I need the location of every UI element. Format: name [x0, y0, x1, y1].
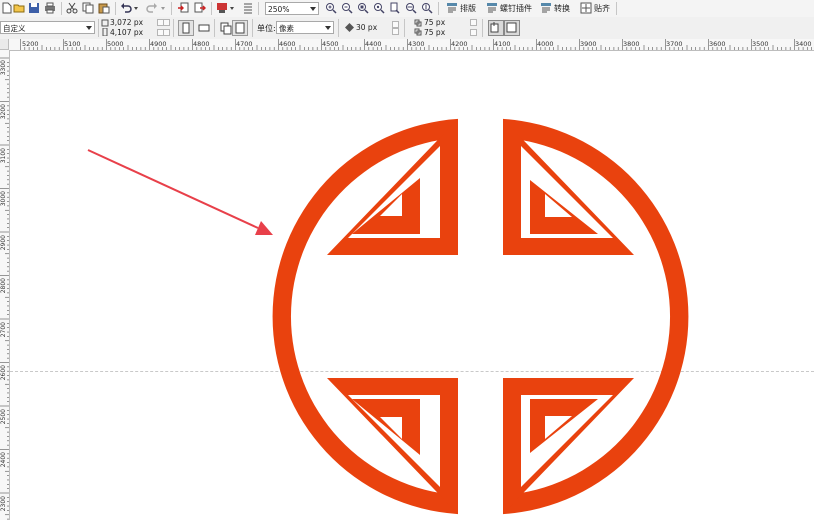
import-icon[interactable] [177, 2, 189, 14]
zoom-all-icon[interactable] [373, 2, 385, 14]
ruler-label: 4600 [279, 40, 296, 48]
ruler-label: 3700 [666, 40, 683, 48]
standard-toolbar: 250% 排版 螺钉插件 转换 贴齐 [0, 0, 814, 18]
ruler-label: 3500 [752, 40, 769, 48]
page-width-field[interactable]: 3,072 px [110, 18, 143, 27]
ruler-label: 5200 [22, 40, 39, 48]
publish-dropdown-icon[interactable] [230, 7, 234, 10]
ruler-label: 4000 [537, 40, 554, 48]
chevron-down-icon [310, 7, 316, 11]
ruler-label: 4100 [494, 40, 511, 48]
nudge-spin-up[interactable] [392, 21, 399, 28]
paste-icon[interactable] [98, 2, 110, 14]
ruler-label: 5100 [64, 40, 81, 48]
page-width-icon [101, 19, 109, 27]
landscape-icon[interactable] [196, 20, 212, 36]
ruler-label: 4300 [408, 40, 425, 48]
undo-icon[interactable] [120, 2, 132, 14]
treat-as-filled-icon[interactable] [488, 20, 504, 36]
zoom-page-icon[interactable] [389, 2, 401, 14]
zoom-level-value: 250% [268, 5, 290, 14]
ruler-label: 4900 [150, 40, 167, 48]
snap-button[interactable]: 贴齐 [594, 2, 610, 15]
height-spin-down[interactable] [163, 29, 170, 36]
ruler-label: 3800 [623, 40, 640, 48]
ruler-label: 3000 [0, 191, 7, 207]
nudge-distance-field[interactable]: 30 px [356, 23, 377, 32]
dup-x-spin-up[interactable] [470, 19, 477, 26]
duplicate-x-field[interactable]: 75 px [424, 18, 445, 27]
zoom-height-icon[interactable] [421, 2, 433, 14]
ruler-corner[interactable] [0, 39, 9, 50]
units-value: 像素 [279, 24, 294, 33]
ruler-label: 2600 [0, 365, 7, 381]
chevron-down-icon [325, 26, 331, 30]
units-label: 单位: [257, 24, 276, 33]
redo-icon[interactable] [146, 2, 158, 14]
ruler-label: 3200 [0, 104, 7, 120]
cut-icon[interactable] [66, 2, 78, 14]
nudge-spin-down[interactable] [392, 28, 399, 35]
ruler-label: 4400 [365, 40, 382, 48]
open-icon[interactable] [13, 2, 25, 14]
undo-dropdown-icon[interactable] [134, 7, 138, 10]
ruler-label: 3600 [709, 40, 726, 48]
save-icon[interactable] [28, 2, 40, 14]
transform-icon[interactable] [540, 2, 552, 14]
publish-icon[interactable] [216, 2, 228, 14]
export-icon[interactable] [194, 2, 206, 14]
ruler-label: 2400 [0, 452, 7, 468]
zoom-width-icon[interactable] [405, 2, 417, 14]
dup-y-spin-up[interactable] [470, 29, 477, 36]
ruler-label: 3300 [0, 60, 7, 76]
horizontal-ruler[interactable]: 5200 5100 5000 4900 4800 4700 4600 4500 … [9, 39, 814, 51]
zoom-out-icon[interactable] [341, 2, 353, 14]
zoom-in-icon[interactable] [325, 2, 337, 14]
copy-icon[interactable] [82, 2, 94, 14]
ruler-label: 4700 [236, 40, 253, 48]
page-preset-select[interactable]: 自定义 [0, 21, 95, 34]
page-height-icon [102, 28, 108, 36]
current-page-icon[interactable] [232, 20, 248, 36]
ruler-label: 2800 [0, 278, 7, 294]
ruler-label: 2900 [0, 235, 7, 251]
plugins-button[interactable]: 螺钉插件 [500, 2, 532, 15]
horizontal-guideline[interactable] [10, 371, 814, 372]
units-select[interactable]: 像素 [276, 21, 334, 34]
wrap-icon[interactable] [504, 20, 520, 36]
page-height-field[interactable]: 4,107 px [110, 28, 143, 37]
duplicate-y-field[interactable]: 75 px [424, 28, 445, 37]
drawing-canvas[interactable] [10, 51, 814, 520]
ruler-label: 4800 [193, 40, 210, 48]
vertical-ruler[interactable]: 3300 3200 3100 3000 2900 2800 2700 2600 … [0, 50, 10, 520]
print-icon[interactable] [44, 2, 56, 14]
ruler-label: 2500 [0, 409, 7, 425]
chevron-down-icon [86, 26, 92, 30]
duplicate-x-icon [414, 19, 422, 27]
plugins-icon[interactable] [486, 2, 498, 14]
nudge-icon [345, 23, 354, 32]
ruler-label: 2700 [0, 322, 7, 338]
snap-icon[interactable] [580, 2, 592, 14]
typeset-icon[interactable] [446, 2, 458, 14]
ruler-label: 2300 [0, 496, 7, 512]
ruler-label: 4500 [322, 40, 339, 48]
ruler-label: 4200 [451, 40, 468, 48]
page-preset-value: 自定义 [3, 24, 26, 33]
portrait-icon[interactable] [178, 20, 194, 36]
zoom-selected-icon[interactable] [357, 2, 369, 14]
ruler-label: 3900 [580, 40, 597, 48]
width-spin-down[interactable] [163, 19, 170, 26]
ruler-label: 3100 [0, 148, 7, 164]
typeset-button[interactable]: 排版 [460, 2, 476, 15]
redo-dropdown-icon[interactable] [161, 7, 165, 10]
zoom-level-select[interactable]: 250% [265, 2, 319, 15]
transform-button[interactable]: 转换 [554, 2, 570, 15]
ruler-label: 5000 [107, 40, 124, 48]
ruler-label: 3400 [795, 40, 812, 48]
app-launcher-icon[interactable] [242, 2, 254, 14]
property-bar: 自定义 3,072 px 4,107 px 单位: 像素 30 px 75 px… [0, 17, 814, 40]
new-file-icon[interactable] [1, 2, 13, 14]
duplicate-y-icon [414, 28, 422, 36]
